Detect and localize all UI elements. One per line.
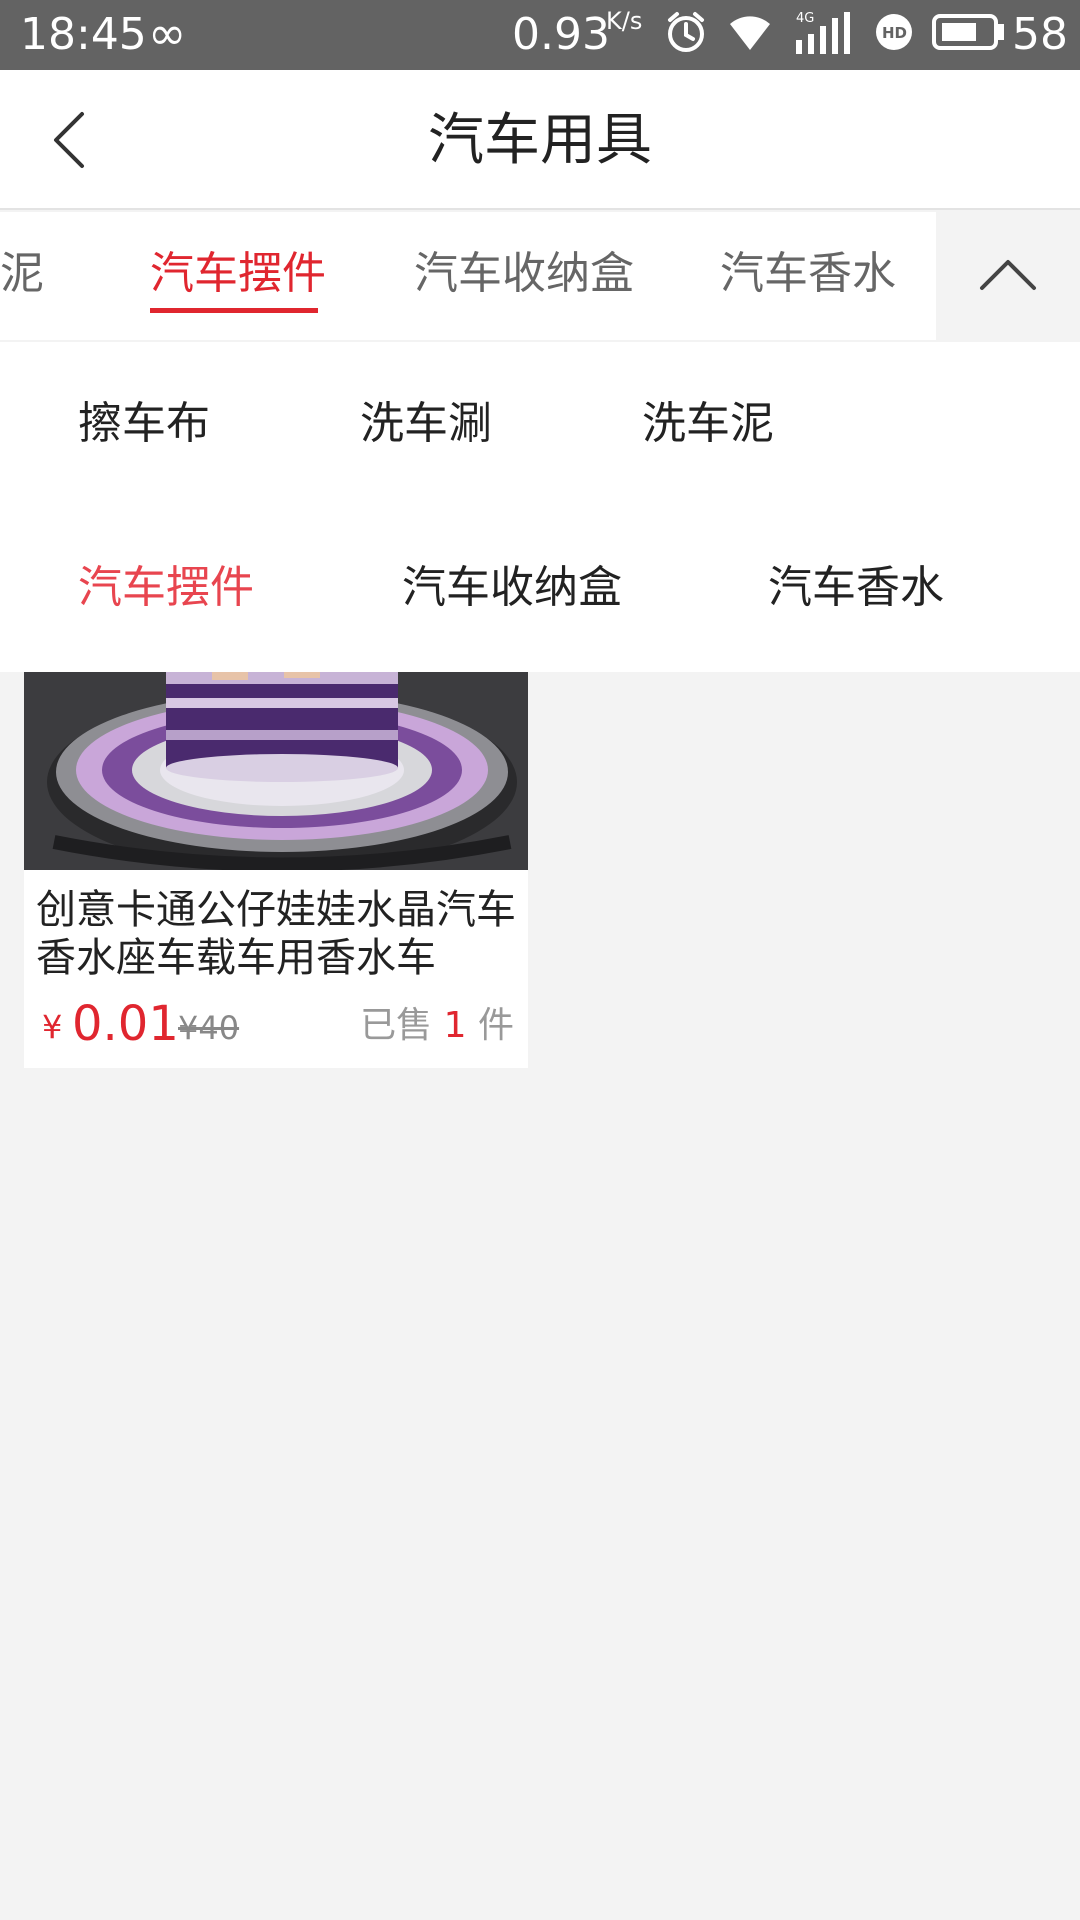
page-title: 汽车用具 <box>428 108 652 173</box>
dropdown-item-wipe-cloth[interactable]: 擦车布 <box>78 396 210 452</box>
category-dropdown-panel: 擦车布 洗车涮 洗车泥 汽车摆件 汽车收纳盒 汽车香水 <box>0 342 1080 672</box>
tab-car-clay[interactable]: 车泥 <box>0 246 44 302</box>
svg-text:4G: 4G <box>796 11 814 26</box>
sold-count: 1 <box>443 1005 467 1046</box>
sold-suffix: 件 <box>477 1005 514 1046</box>
alarm-icon <box>668 12 704 52</box>
chevron-up-icon <box>980 260 1036 290</box>
battery-icon <box>932 14 1004 50</box>
product-image[interactable] <box>24 672 528 870</box>
sold-count-label: 已售 1 件 <box>360 1002 514 1050</box>
battery-level: 58 <box>1012 9 1068 60</box>
dropdown-item-wash-clay[interactable]: 洗车泥 <box>642 396 774 452</box>
product-card[interactable]: 创意卡通公仔娃娃水晶汽车香水座车载车用香水车 ¥ 0.01 ¥40 已售 1 件 <box>24 672 528 1068</box>
dropdown-item-car-ornaments[interactable]: 汽车摆件 <box>78 560 254 616</box>
product-price: 0.01 <box>72 996 179 1052</box>
status-time: 18:45 <box>20 9 147 60</box>
product-title[interactable]: 创意卡通公仔娃娃水晶汽车香水座车载车用香水车 <box>36 886 522 982</box>
signal-4g-icon: 4G <box>796 11 850 54</box>
category-tab-strip[interactable]: 车泥 汽车摆件 汽车收纳盒 汽车香水 <box>0 212 1080 340</box>
dropdown-item-wash-brush[interactable]: 洗车涮 <box>360 396 492 452</box>
collapse-categories-button[interactable] <box>936 212 1080 342</box>
original-price: ¥40 <box>178 1009 240 1047</box>
tab-car-ornaments[interactable]: 汽车摆件 <box>150 246 326 302</box>
svg-text:HD: HD <box>882 24 907 42</box>
hd-icon: HD <box>876 14 912 50</box>
tab-car-perfume[interactable]: 汽车香水 <box>720 246 896 302</box>
sold-prefix: 已售 <box>360 1005 433 1046</box>
currency-symbol: ¥ <box>42 1008 63 1046</box>
tab-car-storage-box[interactable]: 汽车收纳盒 <box>414 246 634 302</box>
wifi-icon <box>730 16 770 50</box>
network-speed-unit: K/s <box>606 7 643 35</box>
dropdown-item-car-storage-box[interactable]: 汽车收纳盒 <box>402 560 622 616</box>
active-tab-indicator <box>150 308 318 313</box>
infinity-icon: ∞ <box>148 6 187 60</box>
network-speed: 0.93 <box>512 9 610 60</box>
status-bar: 18:45 ∞ 0.93 K/s 4G HD 58 <box>0 0 1080 70</box>
app-header: 汽车用具 <box>0 70 1080 210</box>
dropdown-item-car-perfume[interactable]: 汽车香水 <box>768 560 944 616</box>
